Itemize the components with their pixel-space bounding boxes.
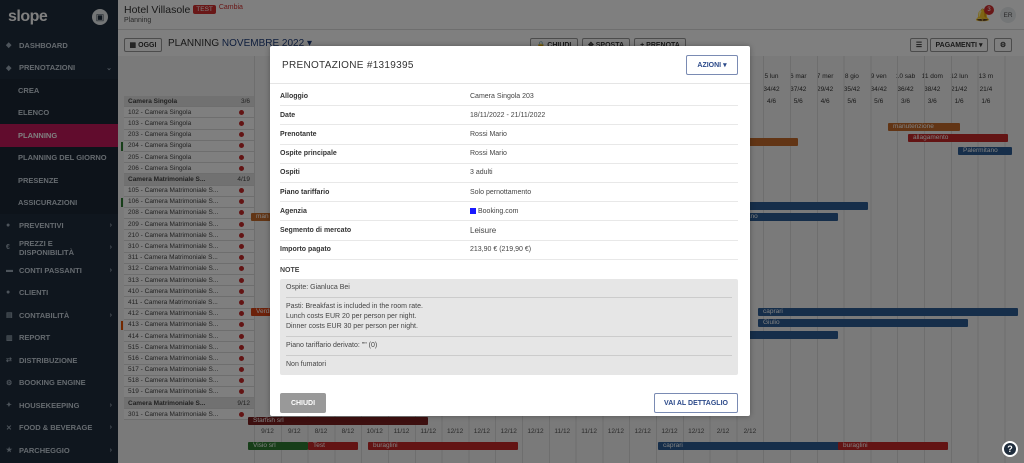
note-smoking-text: Non fumatori bbox=[286, 361, 327, 368]
detail-label: Ospite principale bbox=[280, 150, 337, 158]
detail-value: 3 adulti bbox=[470, 169, 493, 176]
note-meals-line: Pasti: Breakfast is included in the room… bbox=[286, 303, 423, 310]
booking-logo-icon bbox=[470, 207, 476, 214]
detail-label: Ospiti bbox=[280, 169, 300, 177]
azioni-label: AZIONI bbox=[697, 61, 722, 69]
detail-value: Solo pernottamento bbox=[470, 189, 531, 196]
notes-box: Ospite: Gianluca Bei Pasti: Breakfast is… bbox=[280, 279, 738, 375]
note-smoking: Non fumatori bbox=[286, 356, 732, 374]
go-to-detail-button[interactable]: VAI AL DETTAGLIO bbox=[654, 393, 738, 413]
detail-row: Prenotante Rossi Mario bbox=[280, 125, 738, 145]
detail-value-text: Leisure bbox=[470, 225, 497, 235]
detail-label: Prenotante bbox=[280, 130, 317, 138]
modal-title: PRENOTAZIONE #1319395 bbox=[282, 60, 414, 71]
detail-label: Piano tariffario bbox=[280, 188, 330, 196]
detail-row: Importo pagato 213,90 € (219,90 €) bbox=[280, 241, 738, 260]
detail-value: Leisure bbox=[470, 226, 496, 235]
detail-value: Camera Singola 203 bbox=[470, 93, 534, 100]
detail-row: Ospite principale Rossi Mario bbox=[280, 145, 738, 164]
note-rate-plan: Piano tariffario derivato: "" (0) bbox=[286, 337, 732, 356]
help-icon[interactable]: ? bbox=[1002, 441, 1018, 457]
close-modal-button[interactable]: CHIUDI bbox=[280, 393, 326, 413]
note-guest: Ospite: Gianluca Bei bbox=[286, 279, 732, 298]
detail-label: Agenzia bbox=[280, 207, 307, 215]
note-meals: Pasti: Breakfast is included in the room… bbox=[286, 298, 732, 337]
note-rate-plan-text: Piano tariffario derivato: "" (0) bbox=[286, 342, 378, 349]
detail-label: Date bbox=[280, 111, 296, 119]
note-meals-line: Dinner costs EUR 30 per person per night… bbox=[286, 323, 418, 330]
detail-value-text: Rossi Mario bbox=[470, 130, 507, 138]
booking-modal: PRENOTAZIONE #1319395 AZIONI ▾ Alloggio C… bbox=[270, 46, 750, 416]
detail-value: 18/11/2022 - 21/11/2022 bbox=[470, 112, 545, 119]
detail-value: Rossi Mario bbox=[470, 150, 507, 157]
detail-value-text: 3 adulti bbox=[470, 169, 493, 177]
detail-row: Alloggio Camera Singola 203 bbox=[280, 87, 738, 107]
note-meals-line: Lunch costs EUR 20 per person per night. bbox=[286, 313, 417, 320]
detail-row: Ospiti 3 adulti bbox=[280, 164, 738, 183]
note-guest-text: Ospite: Gianluca Bei bbox=[286, 284, 350, 291]
detail-row: Agenzia Booking.com bbox=[280, 202, 738, 222]
detail-row: Piano tariffario Solo pernottamento bbox=[280, 183, 738, 203]
detail-value-text: 213,90 € (219,90 €) bbox=[470, 246, 532, 254]
detail-row: Date 18/11/2022 - 21/11/2022 bbox=[280, 106, 738, 126]
divider bbox=[270, 83, 750, 84]
detail-value: Rossi Mario bbox=[470, 131, 507, 138]
detail-value-text: Solo pernottamento bbox=[470, 188, 532, 196]
detail-label: Segmento di mercato bbox=[280, 226, 352, 234]
booking-details: Alloggio Camera Singola 203 Date 18/11/2022… bbox=[280, 87, 738, 260]
detail-value: Booking.com bbox=[470, 208, 518, 215]
detail-value-text: 18/11/2022 - 21/11/2022 bbox=[470, 111, 546, 119]
azioni-button[interactable]: AZIONI ▾ bbox=[686, 55, 738, 75]
detail-value-text: Camera Singola 203 bbox=[470, 92, 534, 100]
detail-label: Alloggio bbox=[280, 92, 308, 100]
detail-value-text: Booking.com bbox=[478, 207, 519, 215]
detail-value: 213,90 € (219,90 €) bbox=[470, 246, 531, 253]
detail-label: Importo pagato bbox=[280, 246, 331, 254]
notes-heading: NOTE bbox=[280, 267, 300, 274]
detail-row: Segmento di mercato Leisure bbox=[280, 221, 738, 241]
detail-value-text: Rossi Mario bbox=[470, 150, 507, 158]
